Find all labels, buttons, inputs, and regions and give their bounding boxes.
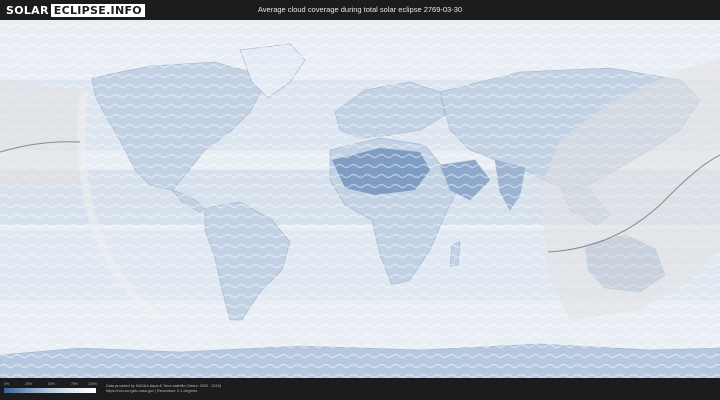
legend-tick-25: 25% <box>25 382 33 386</box>
world-map-svg <box>0 20 720 378</box>
legend-tick-0: 0% <box>4 382 10 386</box>
page-title: Average cloud coverage during total sola… <box>257 5 463 14</box>
footer-bar: 0% 25% 50% 75% 100% Data provided by NAS… <box>0 378 720 400</box>
legend-tick-100: 100% <box>88 382 97 386</box>
credit-line-2: https://neo.sci.gsfc.nasa.gov | Resoluti… <box>106 389 198 393</box>
legend-tick-50: 50% <box>48 382 56 386</box>
cloud-cover-legend-gradient <box>4 388 96 393</box>
data-credit: Data provided by NASA's Aqua & Terra sat… <box>106 384 221 394</box>
header-bar: SOLAR ECLIPSE.INFO Average cloud coverag… <box>0 0 720 20</box>
legend-tick-75: 75% <box>71 382 79 386</box>
cloud-coverage-map <box>0 20 720 378</box>
eclipse-region-west <box>0 80 85 188</box>
